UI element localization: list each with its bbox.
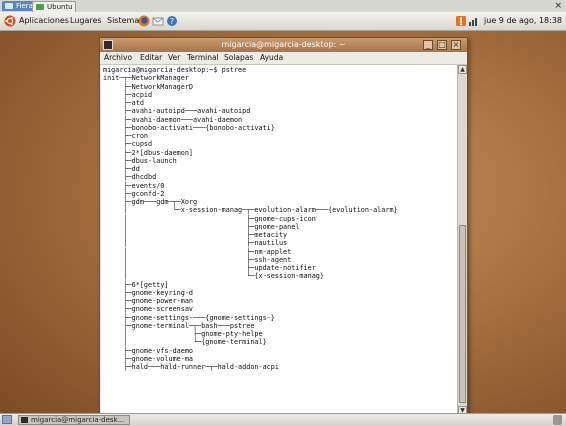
show-desktop-icon[interactable] bbox=[2, 415, 12, 424]
trash-icon[interactable] bbox=[553, 415, 562, 425]
terminal-line: ├─dhcdbd bbox=[123, 173, 157, 182]
menu-applications[interactable]: Aplicaciones bbox=[19, 12, 69, 30]
bottom-panel: migarcia@migarcia-desk... bbox=[0, 413, 566, 426]
scroll-up-arrow-icon[interactable]: ▲ bbox=[458, 65, 467, 74]
taskbar-label: migarcia@migarcia-desk... bbox=[31, 416, 125, 424]
terminal-line: ├─dbus-launch bbox=[123, 156, 177, 165]
menu-terminal[interactable]: Terminal bbox=[187, 52, 219, 64]
window-title: migarcia@migarcia-desktop: ~ bbox=[221, 40, 346, 49]
network-icon[interactable] bbox=[468, 15, 480, 27]
terminal-line: migarcia@migarcia-desktop:~$ pstree bbox=[103, 66, 247, 74]
svg-text:?: ? bbox=[170, 17, 174, 26]
terminal-line: ├─gdm───gdm─┬─Xorg bbox=[123, 198, 198, 206]
terminal-line: ├─6*[getty] bbox=[123, 280, 169, 289]
terminal-line: │ ├─gnome-cups-icon bbox=[123, 214, 316, 223]
terminal-line: ├─gnome-power-man bbox=[123, 297, 194, 305]
minimize-button[interactable]: _ bbox=[423, 40, 433, 50]
menu-editar[interactable]: Editar bbox=[140, 52, 162, 64]
window-menubar: Archivo Editar Ver Terminal Solapas Ayud… bbox=[100, 52, 467, 65]
terminal-line: │ ├─nm-applet bbox=[123, 247, 292, 256]
tab-app-icon bbox=[5, 3, 13, 9]
maximize-button[interactable]: □ bbox=[437, 40, 447, 50]
terminal-line: ├─events/0 bbox=[123, 181, 165, 190]
terminal-window: migarcia@migarcia-desktop: ~ _ □ × Archi… bbox=[99, 37, 468, 417]
terminal-text: migarcia@migarcia-desktop:~$ pstree init… bbox=[101, 65, 457, 371]
menu-solapas[interactable]: Solapas bbox=[224, 52, 253, 64]
terminal-line: init─┬─NetworkManager bbox=[103, 74, 189, 83]
help-icon[interactable]: ? bbox=[166, 15, 178, 27]
menu-archivo[interactable]: Archivo bbox=[104, 52, 132, 64]
terminal-line: ├─gnome-terminal─┬─bash───pstree bbox=[123, 321, 255, 330]
host-tab-label: Ubuntu bbox=[47, 3, 73, 11]
taskbar-terminal-button[interactable]: migarcia@migarcia-desk... bbox=[18, 415, 130, 425]
vertical-scrollbar[interactable]: ▲ ▼ bbox=[457, 65, 467, 415]
update-notifier-icon[interactable] bbox=[455, 15, 467, 27]
terminal-line: │ └─x-session-manag─┬─evolution-alarm───… bbox=[123, 206, 398, 215]
terminal-line: ├─avahi-daemon───avahi-daemon bbox=[123, 115, 243, 124]
menu-ver[interactable]: Ver bbox=[168, 52, 180, 64]
terminal-line: ├─gconfd-2 bbox=[123, 189, 165, 198]
terminal-line: │ ├─gnome-pty-helpe bbox=[123, 330, 263, 338]
terminal-line: │ ├─nautilus bbox=[123, 239, 288, 248]
terminal-line: ├─cron bbox=[123, 132, 149, 140]
top-panel: Aplicaciones Lugares Sistema ? jue 9 de … bbox=[0, 12, 566, 31]
menu-places[interactable]: Lugares bbox=[70, 12, 102, 30]
terminal-line: ├─dd bbox=[123, 165, 140, 173]
terminal-line: │ ├─ssh-agent bbox=[123, 255, 292, 264]
terminal-line: ├─atd bbox=[123, 99, 144, 107]
close-icon[interactable]: × bbox=[554, 0, 562, 12]
terminal-line: │ └─{gnome-terminal} bbox=[123, 338, 267, 347]
terminal-line: │ └─{x-session-manag} bbox=[123, 272, 324, 281]
terminal-line: ├─gnome-vfs-daemo bbox=[123, 346, 194, 355]
firefox-icon[interactable] bbox=[138, 15, 150, 27]
terminal-line: ├─hald───hald-runner─┬─hald-addon-acpi bbox=[123, 363, 279, 371]
terminal-line: ├─NetworkManagerD bbox=[123, 82, 194, 91]
tab-app-icon bbox=[36, 4, 44, 10]
mail-icon[interactable] bbox=[152, 15, 164, 27]
close-button[interactable]: × bbox=[451, 40, 461, 50]
terminal-line: ├─gnome-keyring-d bbox=[123, 288, 194, 297]
menu-system[interactable]: Sistema bbox=[107, 12, 139, 30]
terminal-line: ├─avahi-autoipd───avahi-autoipd bbox=[123, 107, 251, 116]
menu-ayuda[interactable]: Ayuda bbox=[260, 52, 283, 64]
terminal-line: │ ├─update-notifier bbox=[123, 264, 316, 272]
terminal-line: ├─gnome-volume-ma bbox=[123, 354, 194, 363]
scroll-thumb[interactable] bbox=[459, 225, 466, 403]
terminal-output[interactable]: migarcia@migarcia-desktop:~$ pstree init… bbox=[101, 65, 457, 415]
terminal-line: │ ├─metacity bbox=[123, 231, 288, 239]
ubuntu-logo-icon[interactable] bbox=[4, 15, 16, 27]
terminal-line: ├─2*[dbus-daemon] bbox=[123, 148, 194, 157]
host-tab-label: Fiera bbox=[16, 2, 33, 10]
host-tab-ubuntu[interactable]: Ubuntu bbox=[32, 1, 76, 12]
terminal-icon bbox=[21, 417, 28, 423]
terminal-line: ├─gnome-settings-───{gnome-settings-} bbox=[123, 313, 275, 322]
terminal-line: ├─bonobo-activati───{bonobo-activati} bbox=[123, 123, 275, 132]
panel-clock[interactable]: jue 9 de ago, 18:38 bbox=[484, 12, 562, 30]
terminal-line: │ ├─gnome-panel bbox=[123, 222, 300, 231]
terminal-line: ├─cupsd bbox=[123, 140, 153, 149]
window-titlebar[interactable]: migarcia@migarcia-desktop: ~ _ □ × bbox=[100, 38, 467, 52]
terminal-line: ├─acpid bbox=[123, 90, 153, 99]
terminal-line: ├─gnome-screensav bbox=[123, 305, 194, 314]
